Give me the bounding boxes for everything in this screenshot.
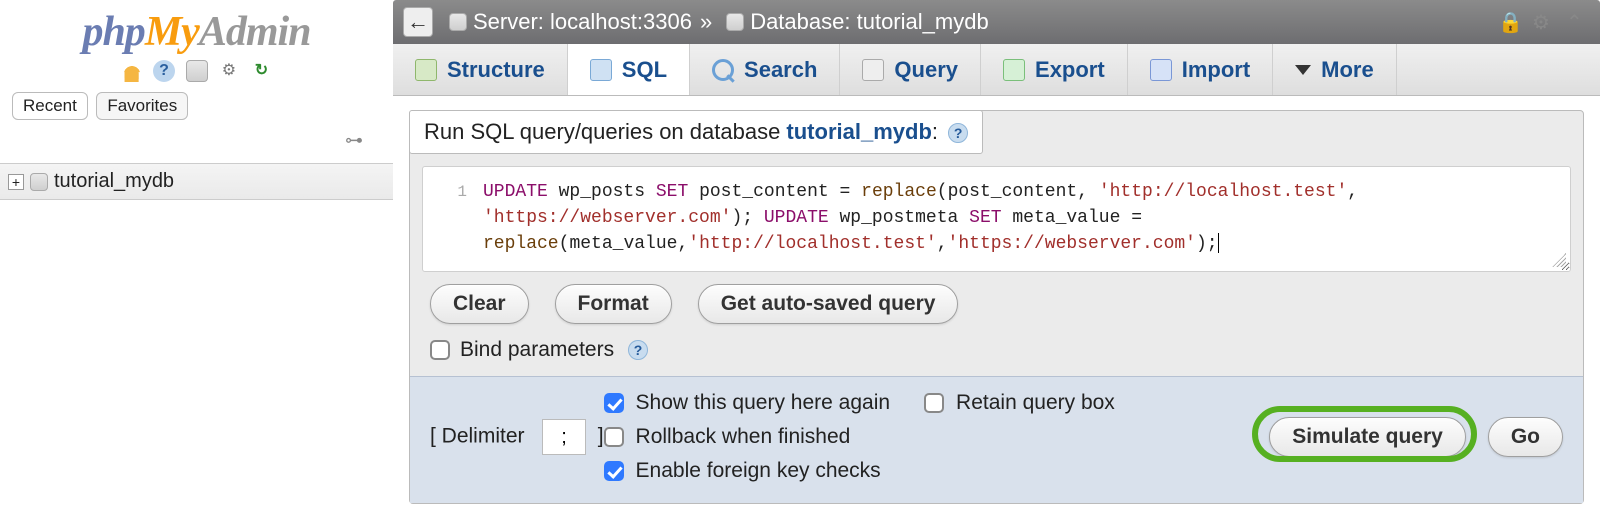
delimiter-group: [ Delimiter ]	[430, 419, 604, 455]
tab-search-label: Search	[744, 57, 817, 83]
tab-structure-label: Structure	[447, 57, 545, 83]
rollback-label: Rollback when finished	[636, 425, 851, 449]
query-icon	[862, 59, 884, 81]
format-button[interactable]: Format	[555, 284, 672, 324]
tab-more[interactable]: More	[1273, 44, 1397, 95]
search-icon	[712, 59, 734, 81]
chevron-down-icon	[1295, 65, 1311, 75]
settings-gear-icon[interactable]: ⚙	[1532, 10, 1556, 34]
reload-icon[interactable]: ↻	[250, 60, 272, 82]
database-icon	[726, 13, 744, 31]
server-icon	[449, 13, 467, 31]
sidebar-tabs: Recent Favorites	[0, 92, 393, 120]
fk-checkbox[interactable]	[604, 461, 624, 481]
text-cursor	[1218, 233, 1219, 253]
expand-icon[interactable]: +	[8, 174, 24, 190]
tab-query[interactable]: Query	[840, 44, 981, 95]
panel-title-prefix: Run SQL query/queries on database	[424, 119, 786, 144]
retain-label: Retain query box	[956, 391, 1115, 415]
editor-button-row: Clear Format Get auto-saved query	[410, 284, 1583, 338]
gear-icon[interactable]: ⚙	[218, 60, 240, 82]
sidebar-permalink-icon[interactable]: ⊶	[0, 130, 393, 151]
help-icon[interactable]: ?	[948, 123, 968, 143]
db-tree-row[interactable]: + tutorial_mydb	[8, 170, 385, 193]
simulate-query-button[interactable]: Simulate query	[1269, 417, 1466, 457]
footer-actions: Simulate query Go	[1269, 417, 1563, 457]
sql-panel: Run SQL query/queries on database tutori…	[409, 110, 1584, 504]
breadcrumb-right-icons: 🔒 ⚙ ⌃	[1498, 10, 1590, 34]
sql-footer: [ Delimiter ] Show this query here again…	[410, 376, 1583, 503]
footer-options: Show this query here again Retain query …	[604, 391, 1270, 483]
help-icon[interactable]: ?	[153, 60, 175, 82]
tab-export[interactable]: Export	[981, 44, 1128, 95]
db-tree: + tutorial_mydb	[0, 163, 393, 200]
bind-parameters-checkbox[interactable]	[430, 340, 450, 360]
top-nav: Structure SQL Search Query Export Import…	[393, 44, 1600, 96]
structure-icon	[415, 59, 437, 81]
export-icon	[1003, 59, 1025, 81]
logo-part-admin: Admin	[199, 9, 311, 55]
sidebar: phpMyAdmin ? ⚙ ↻ Recent Favorites ⊶ + tu…	[0, 0, 393, 505]
main: ← Server: localhost:3306 » Database: tut…	[393, 0, 1600, 505]
tab-structure[interactable]: Structure	[393, 44, 568, 95]
show-again-checkbox[interactable]	[604, 393, 624, 413]
breadcrumb-server-label: Server:	[473, 9, 544, 35]
panel-title-suffix: :	[932, 119, 938, 144]
home-icon[interactable]	[121, 60, 143, 82]
back-button[interactable]: ←	[403, 7, 433, 37]
panel-title-db[interactable]: tutorial_mydb	[786, 119, 931, 144]
breadcrumb: ← Server: localhost:3306 » Database: tut…	[393, 0, 1600, 44]
import-icon	[1150, 59, 1172, 81]
show-again-label: Show this query here again	[636, 391, 891, 415]
breadcrumb-server-value[interactable]: localhost:3306	[550, 9, 692, 35]
tab-sql-label: SQL	[622, 57, 667, 83]
sql-window-icon[interactable]	[186, 60, 208, 82]
delimiter-input[interactable]	[542, 419, 586, 455]
lock-icon[interactable]: 🔒	[1498, 10, 1522, 34]
go-button[interactable]: Go	[1488, 417, 1563, 457]
tab-query-label: Query	[894, 57, 958, 83]
bind-parameters-row: Bind parameters ?	[410, 338, 1583, 376]
panel-title: Run SQL query/queries on database tutori…	[409, 110, 983, 154]
get-autosaved-button[interactable]: Get auto-saved query	[698, 284, 959, 324]
database-icon	[30, 173, 48, 191]
tab-search[interactable]: Search	[690, 44, 840, 95]
line-number: 1	[457, 183, 467, 201]
tab-sql[interactable]: SQL	[568, 44, 690, 95]
sidebar-tab-favorites[interactable]: Favorites	[96, 92, 188, 120]
phpmyadmin-logo[interactable]: phpMyAdmin	[0, 8, 393, 56]
clear-button[interactable]: Clear	[430, 284, 529, 324]
logo-part-my: My	[145, 9, 199, 55]
collapse-icon[interactable]: ⌃	[1566, 10, 1590, 34]
retain-checkbox[interactable]	[924, 393, 944, 413]
logo-part-php: php	[82, 9, 144, 55]
help-icon[interactable]: ?	[628, 340, 648, 360]
breadcrumb-db-value[interactable]: tutorial_mydb	[857, 9, 989, 35]
bind-parameters-label: Bind parameters	[460, 338, 614, 362]
tab-import[interactable]: Import	[1128, 44, 1273, 95]
editor-gutter: 1	[423, 167, 475, 271]
rollback-checkbox[interactable]	[604, 427, 624, 447]
tab-more-label: More	[1321, 57, 1374, 83]
sql-editor[interactable]: 1 UPDATE wp_posts SET post_content = rep…	[422, 166, 1571, 272]
fk-label: Enable foreign key checks	[636, 459, 881, 483]
sidebar-tab-recent[interactable]: Recent	[12, 92, 88, 120]
breadcrumb-separator: »	[700, 9, 712, 35]
breadcrumb-db-label: Database:	[750, 9, 850, 35]
delimiter-label: Delimiter	[442, 425, 525, 448]
tab-export-label: Export	[1035, 57, 1105, 83]
sql-icon	[590, 59, 612, 81]
sidebar-icon-row: ? ⚙ ↻	[0, 60, 393, 82]
tab-import-label: Import	[1182, 57, 1250, 83]
db-tree-label: tutorial_mydb	[54, 170, 174, 193]
resize-handle[interactable]	[1552, 253, 1566, 267]
